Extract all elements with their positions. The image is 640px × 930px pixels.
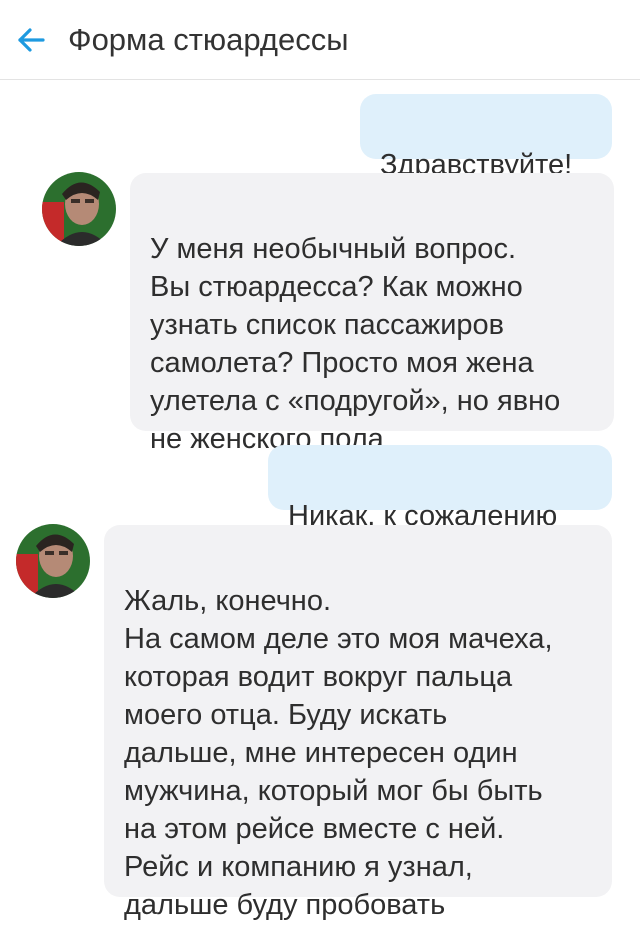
- message-list: Здравствуйте! У меня необычный вопрос. В…: [0, 81, 640, 930]
- user-avatar-icon: [16, 524, 90, 598]
- avatar[interactable]: [42, 172, 116, 246]
- back-button[interactable]: [14, 23, 48, 57]
- message-text: Жаль, конечно. На самом деле это моя мач…: [124, 585, 553, 921]
- arrow-left-icon: [18, 27, 45, 52]
- chat-header: Форма стюардессы: [0, 0, 640, 80]
- user-avatar-icon: [42, 172, 116, 246]
- message-bubble-outgoing: Здравствуйте!: [360, 94, 612, 181]
- message-bubble-incoming: Жаль, конечно. На самом деле это моя мач…: [104, 525, 612, 921]
- avatar[interactable]: [16, 524, 90, 598]
- message-bubble-incoming: У меня необычный вопрос. Вы стюардесса? …: [130, 173, 614, 455]
- message-text: У меня необычный вопрос. Вы стюардесса? …: [150, 233, 561, 455]
- message-bubble-outgoing: Никак, к сожалению: [268, 445, 612, 532]
- page-title: Форма стюардессы: [68, 21, 349, 57]
